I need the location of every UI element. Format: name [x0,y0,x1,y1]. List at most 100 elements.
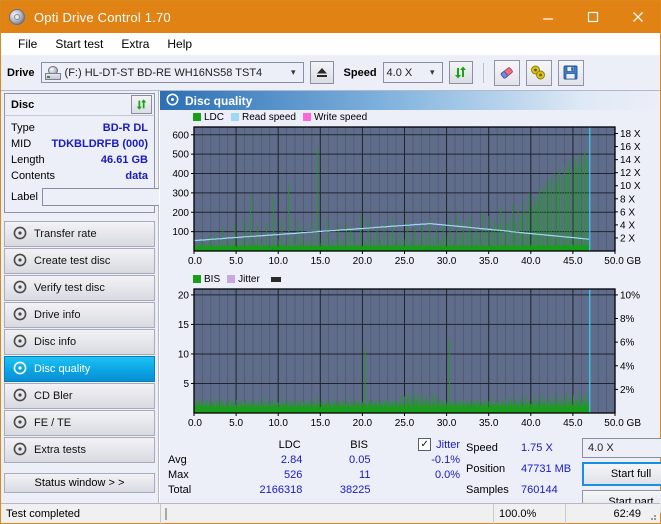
disc-mid-value: TDKBLDRFB (000) [51,138,148,150]
legend-label: BIS [204,273,221,285]
minimize-icon[interactable] [525,1,570,33]
svg-text:10.0: 10.0 [268,256,288,267]
resize-grip[interactable] [646,504,660,524]
legend-write-speed: Write speed [302,112,367,123]
svg-text:200: 200 [172,208,189,219]
test-speed-select[interactable]: 4.0 X ▾ [582,438,661,458]
legend-jitter: Jitter [227,274,260,285]
readout-position-value: 47731 MB [521,462,572,475]
legend-ldc: LDC [193,112,224,123]
ldc-chart[interactable]: 600 500 400 300 200 100 18 X 16 X 14 X 12 X 10 X 8 … [162,123,658,271]
svg-text:45.0: 45.0 [563,256,583,267]
sidebar-item-label: Verify test disc [34,282,105,294]
stats-row-label: Max [168,468,189,481]
start-full-button[interactable]: Start full [582,462,661,486]
marker-icon [270,276,281,282]
sidebar-item-drive-info[interactable]: Drive info [4,302,155,328]
svg-text:6 X: 6 X [620,207,635,218]
disc-panel-title: Disc [11,98,35,111]
legend-swatch-icon [193,275,201,283]
readout-position-label: Position [466,462,506,475]
sidebar-item-disc-quality[interactable]: Disc quality [4,356,155,382]
sidebar-item-disc-info[interactable]: Disc info [4,329,155,355]
speed-label: Speed [343,66,377,79]
sidebar-item-cd-bler[interactable]: CD Bler [4,383,155,409]
svg-text:5: 5 [183,379,189,390]
status-message: Test completed [1,503,161,524]
test-speed-value: 4.0 X [588,442,614,454]
bis-chart[interactable]: 20 15 10 5 10% 8% 6% 4% 2% 0.0 5.0 10.0 15.0 20.0 25.0… [162,285,658,433]
svg-text:30.0: 30.0 [437,418,457,429]
drive-icon [44,65,61,80]
menu-start-test[interactable]: Start test [46,35,112,53]
stats-row-label: Total [168,483,192,496]
refresh-button[interactable] [448,61,473,84]
progress-percent: 100.0% [494,503,566,524]
maximize-icon[interactable] [570,1,615,33]
stats-avg-ldc: 2.84 [280,453,303,466]
disc-info-icon [13,334,27,351]
sidebar-item-transfer-rate[interactable]: Transfer rate [4,221,155,247]
svg-text:15.0: 15.0 [311,256,331,267]
stats-bis-header: BIS [350,438,368,451]
svg-text:15: 15 [178,320,190,331]
status-window-button[interactable]: Status window > > [4,473,155,493]
menu-file[interactable]: File [9,35,46,53]
statistics-area: LDC BIS ✓ Jitter Avg 2.84 0.05 -0.1% Max… [160,433,661,514]
legend-swatch-icon [302,113,311,121]
svg-text:2%: 2% [620,385,635,396]
main-header: Disc quality [160,91,660,110]
error-stats-table: LDC BIS ✓ Jitter Avg 2.84 0.05 -0.1% Max… [160,437,460,503]
close-icon[interactable] [615,1,660,33]
svg-text:5.0: 5.0 [229,256,243,267]
disc-burn-icon [13,253,27,270]
stats-avg-jitter: -0.1% [431,453,461,466]
disc-refresh-button[interactable] [131,95,152,114]
drive-label: Drive [7,66,35,79]
svg-text:35.0: 35.0 [479,418,499,429]
app-window: Opti Drive Control 1.70 File Start test … [0,0,661,524]
disc-row-mid: MID TDKBLDRFB (000) [11,136,148,152]
sidebar-item-label: Drive info [34,309,81,321]
menu-help[interactable]: Help [158,35,201,53]
readout-row-samples: Samples 760144 [466,479,582,500]
sidebar-item-verify-test-disc[interactable]: Verify test disc [4,275,155,301]
action-buttons: 4.0 X ▾ Start full Start part [582,437,661,514]
tools-button[interactable] [525,59,552,86]
jitter-checkbox[interactable]: ✓ [418,438,432,451]
sidebar-item-extra-tests[interactable]: Extra tests [4,437,155,463]
legend-read-speed: Read speed [231,112,296,123]
drive-select[interactable]: (F:) HL-DT-ST BD-RE WH16NS58 TST4 ▾ [40,62,304,83]
toolbar-separator [482,62,484,83]
menu-extra[interactable]: Extra [112,35,158,53]
sidebar-item-create-test-disc[interactable]: Create test disc [4,248,155,274]
sidebar-item-fe-te[interactable]: FE / TE [4,410,155,436]
disc-panel-header: Disc [4,93,155,115]
readout-speed-label: Speed [466,441,498,454]
svg-text:40.0: 40.0 [521,418,541,429]
svg-text:2 X: 2 X [620,233,635,244]
disc-type-label: Type [11,122,35,134]
svg-text:10: 10 [178,349,190,360]
stats-row-avg: Avg 2.84 0.05 -0.1% [168,452,460,467]
eject-button[interactable] [309,61,334,84]
svg-text:45.0: 45.0 [563,418,583,429]
erase-button[interactable] [493,59,520,86]
speed-select[interactable]: 4.0 X ▾ [382,62,443,83]
svg-text:12 X: 12 X [620,168,641,179]
svg-text:25.0: 25.0 [395,418,415,429]
readout-row-position: Position 47731 MB [466,458,582,479]
disc-length-label: Length [11,154,45,166]
svg-text:400: 400 [172,169,189,180]
disc-type-value: BD-R DL [102,122,148,134]
stats-max-jitter: 0.0% [434,468,461,481]
disc-label-row: Label [11,187,246,207]
svg-text:10.0: 10.0 [268,418,288,429]
readout-samples-label: Samples [466,483,509,496]
stats-row-max: Max 526 11 0.0% [168,467,460,482]
app-disc-icon [8,8,26,26]
save-button[interactable] [557,59,584,86]
sidebar-item-label: Disc quality [34,363,91,375]
disc-contents-value: data [125,170,148,182]
legend-label: LDC [204,111,225,123]
